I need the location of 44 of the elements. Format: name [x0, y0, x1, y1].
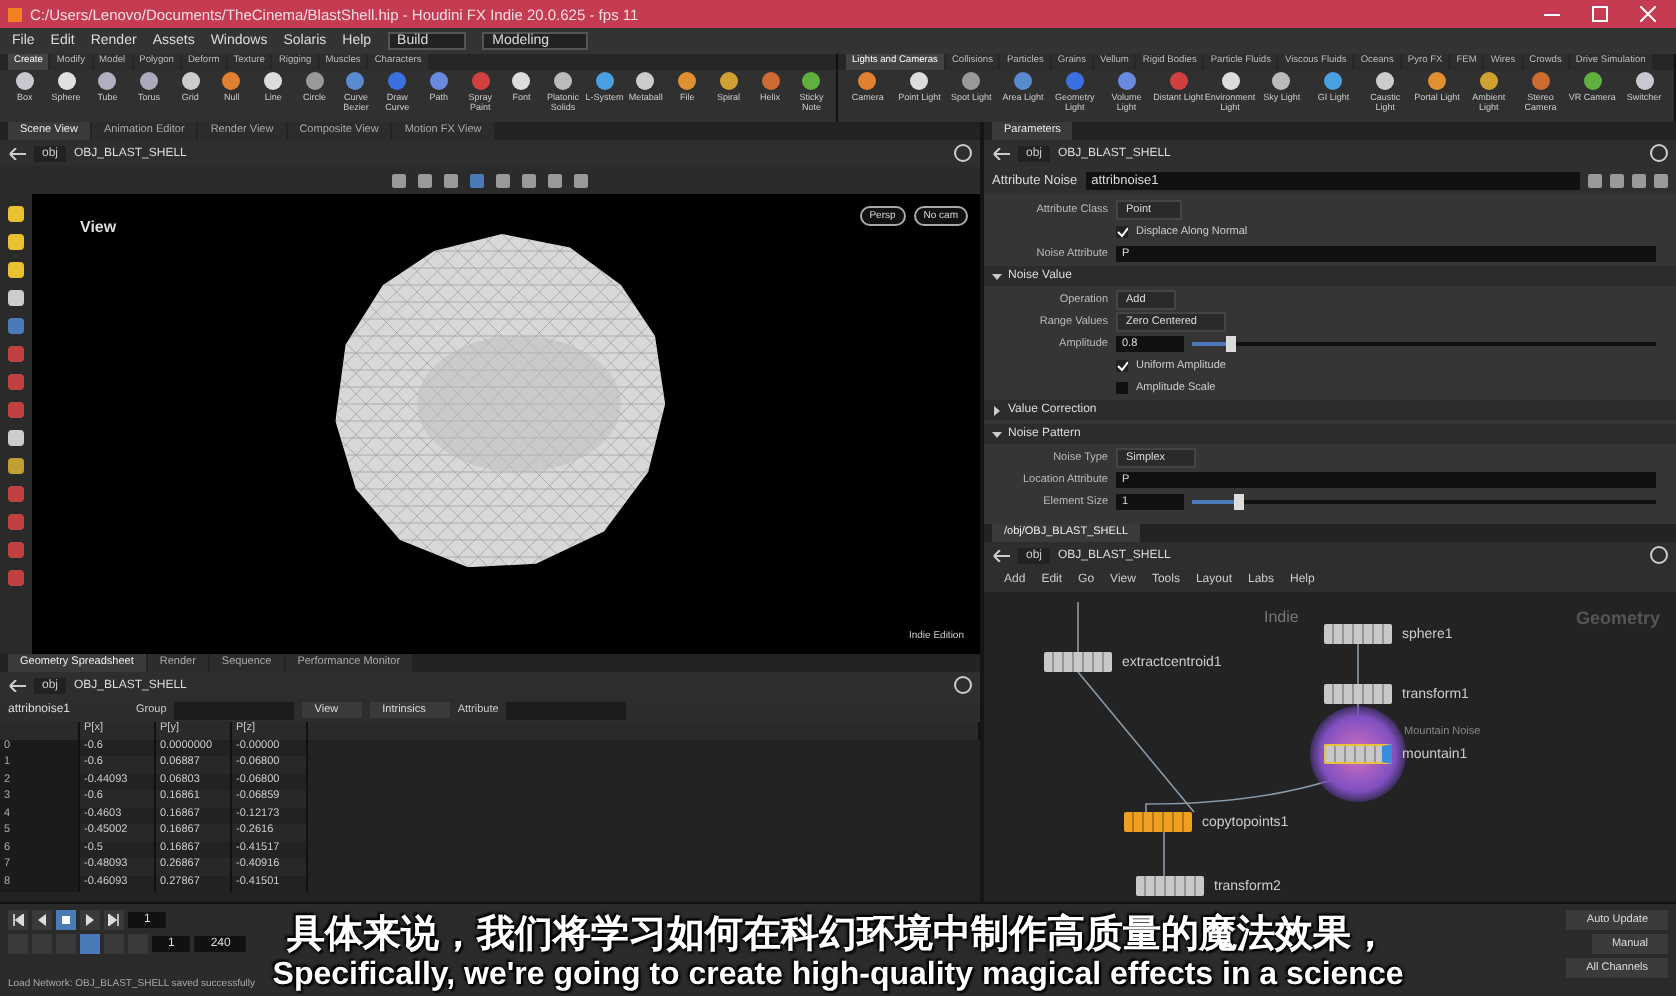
skip-back-icon	[12, 914, 24, 926]
expanded-triangle-icon	[992, 429, 1002, 439]
close-icon	[1640, 6, 1656, 22]
expanded-triangle-icon	[992, 271, 1002, 281]
network-node[interactable]	[1044, 652, 1112, 672]
subtitle-line: 具体来说，我们将学习如何在科幻环境中制作高质量的魔法效果，	[287, 913, 1389, 958]
checkbox[interactable]	[1116, 225, 1128, 237]
watermark-label: Indie	[1264, 608, 1299, 626]
network-node[interactable]	[1324, 684, 1392, 704]
back-arrow-icon	[8, 679, 26, 691]
back-arrow-icon	[8, 147, 26, 159]
network-node[interactable]	[1324, 744, 1392, 764]
pin-icon[interactable]	[1650, 144, 1668, 162]
playback-button[interactable]	[32, 910, 52, 930]
checkbox[interactable]	[1116, 381, 1128, 393]
connector-wire	[1163, 831, 1165, 877]
pin-icon[interactable]	[1650, 546, 1668, 564]
view-label: View	[80, 218, 117, 236]
minimize-icon	[1544, 13, 1560, 15]
playback-button[interactable]	[104, 910, 124, 930]
subtitle-line: Specifically, we're going to create high-quality magical effects in a science	[272, 957, 1404, 994]
connector-wire	[1077, 601, 1079, 653]
playback-button[interactable]	[56, 910, 76, 930]
pin-icon[interactable]	[954, 144, 972, 162]
play-icon	[84, 914, 96, 926]
network-node[interactable]	[1136, 876, 1204, 896]
stop-icon	[60, 914, 72, 926]
back-arrow-icon	[992, 147, 1010, 159]
playback-button[interactable]	[80, 910, 100, 930]
checkbox[interactable]	[1116, 359, 1128, 371]
slider-thumb[interactable]	[1234, 493, 1245, 509]
network-node[interactable]	[1124, 812, 1192, 832]
network-node[interactable]	[1324, 624, 1392, 644]
group-field[interactable]	[174, 701, 295, 719]
slider-thumb[interactable]	[1225, 335, 1236, 351]
skip-forward-icon	[108, 914, 120, 926]
connector-wire	[1357, 643, 1359, 685]
pin-icon[interactable]	[954, 676, 972, 694]
collapsed-triangle-icon	[992, 405, 1002, 415]
playback-button[interactable]	[8, 910, 28, 930]
play-reverse-icon	[36, 914, 48, 926]
maximize-icon	[1592, 6, 1608, 22]
app-logo-icon	[8, 7, 22, 21]
back-arrow-icon	[992, 549, 1010, 561]
